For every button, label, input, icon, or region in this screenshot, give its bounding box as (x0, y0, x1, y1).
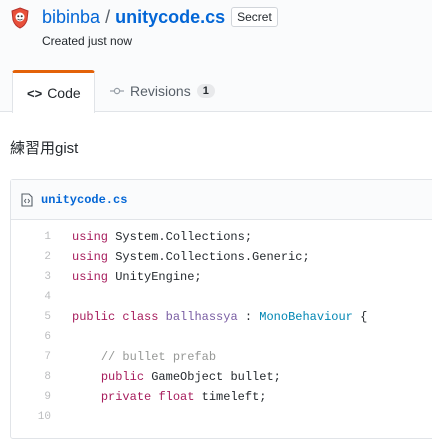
line-number[interactable]: 2 (11, 247, 51, 267)
code-token: class (122, 310, 159, 324)
file-container: unitycode.cs 1 using System.Collections; 2… (10, 179, 432, 439)
line-content: using System.Collections; (51, 227, 252, 247)
code-token: private (100, 390, 152, 404)
code-token: GameObject bullet; (144, 370, 281, 384)
code-line: 3 using UnityEngine; (11, 267, 432, 287)
code-view: 1 using System.Collections; 2 using System.… (11, 220, 432, 427)
code-line: 2 using System.Collections.Generic; (11, 247, 432, 267)
tab-code[interactable]: <> Code (12, 70, 95, 113)
code-line: 1 using System.Collections; (11, 227, 432, 247)
line-number[interactable]: 3 (11, 267, 51, 287)
revisions-counter: 1 (196, 84, 215, 98)
line-content (51, 407, 72, 427)
line-number[interactable]: 9 (11, 387, 51, 407)
line-content: // bullet prefab (51, 347, 216, 367)
title-separator: / (105, 6, 111, 27)
line-content (51, 327, 72, 347)
line-number[interactable]: 1 (11, 227, 51, 247)
code-token: System.Collections.Generic; (108, 250, 310, 264)
code-token: System.Collections; (108, 230, 253, 244)
git-commit-icon (110, 87, 124, 95)
code-token: : (237, 310, 260, 324)
gist-title: bibinba / unitycode.cs Secret (42, 5, 278, 29)
code-token: // bullet prefab (100, 350, 217, 364)
file-code-icon (21, 192, 33, 207)
code-token: public (100, 370, 145, 384)
code-line: 4 (11, 287, 432, 307)
code-token: using (72, 270, 109, 284)
code-token: UnityEngine; (108, 270, 202, 284)
line-content (51, 287, 72, 307)
code-token: ballhassya (165, 310, 238, 324)
line-number[interactable]: 5 (11, 307, 51, 327)
line-number[interactable]: 10 (11, 407, 51, 427)
tab-code-label: Code (47, 85, 81, 101)
line-number[interactable]: 4 (11, 287, 51, 307)
tab-bar: <> Code Revisions 1 (0, 70, 432, 113)
code-line: 10 (11, 407, 432, 427)
code-token: { (352, 310, 368, 324)
secret-badge: Secret (231, 7, 278, 27)
code-token: using (72, 230, 109, 244)
code-token: float (158, 390, 195, 404)
line-number[interactable]: 8 (11, 367, 51, 387)
line-content: using UnityEngine; (51, 267, 202, 287)
owner-link[interactable]: bibinba (42, 7, 100, 28)
code-line: 9 private float timeleft; (11, 387, 432, 407)
code-token: MonoBehaviour (259, 310, 353, 324)
code-line: 6 (11, 327, 432, 347)
avatar[interactable] (10, 7, 30, 29)
code-token: using (72, 250, 109, 264)
file-name-link[interactable]: unitycode.cs (41, 193, 127, 207)
code-brackets-icon: <> (27, 85, 43, 101)
gist-description: 練習用gist (10, 140, 79, 157)
line-number[interactable]: 7 (11, 347, 51, 367)
created-timestamp: Created just now (42, 34, 133, 48)
line-content: public class ballhassya : MonoBehaviour … (51, 307, 367, 327)
line-content: public GameObject bullet; (51, 367, 281, 387)
tab-revisions[interactable]: Revisions 1 (110, 70, 215, 112)
code-line: 8 public GameObject bullet; (11, 367, 432, 387)
code-token: public (72, 310, 116, 324)
line-number[interactable]: 6 (11, 327, 51, 347)
file-header: unitycode.cs (11, 180, 432, 220)
code-token: timeleft; (194, 390, 267, 404)
code-line: 7 // bullet prefab (11, 347, 432, 367)
line-content: private float timeleft; (51, 387, 267, 407)
gist-name-link[interactable]: unitycode.cs (115, 7, 225, 28)
tab-revisions-label: Revisions (130, 83, 191, 99)
gist-header: bibinba / unitycode.cs Secret Created ju… (0, 0, 432, 70)
code-line: 5 public class ballhassya : MonoBehaviour… (11, 307, 432, 327)
line-content: using System.Collections.Generic; (51, 247, 310, 267)
